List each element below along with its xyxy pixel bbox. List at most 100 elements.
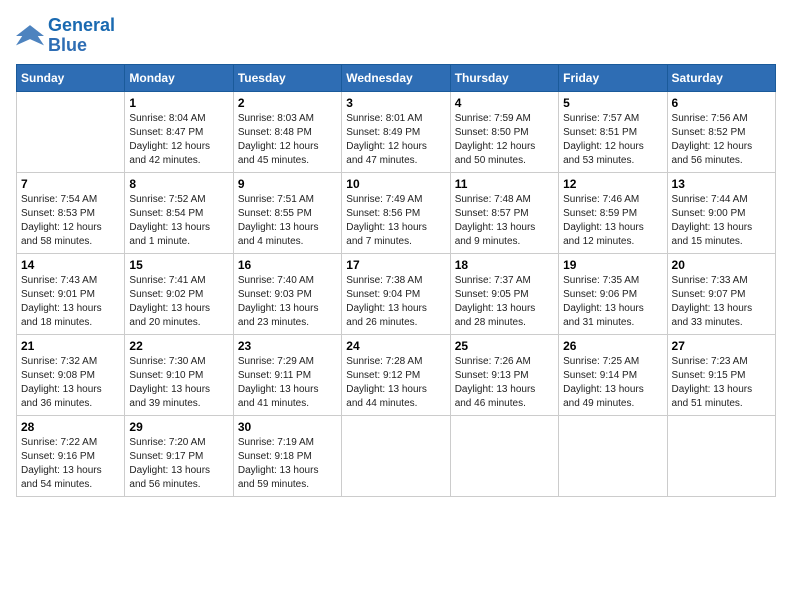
weekday-header: Sunday [17,64,125,91]
day-info: Sunrise: 7:43 AM Sunset: 9:01 PM Dayligh… [21,274,120,330]
day-number: 29 [129,420,228,434]
day-number: 6 [672,96,771,110]
day-number: 20 [672,258,771,272]
calendar-cell: 5 Sunrise: 7:57 AM Sunset: 8:51 PM Daylig… [559,91,667,172]
calendar-cell: 22Sunrise: 7:30 AM Sunset: 9:10 PM Dayli… [125,334,233,415]
calendar-cell [450,415,558,496]
calendar-cell [667,415,775,496]
day-number: 8 [129,177,228,191]
day-number: 2 [238,96,337,110]
calendar-cell: 13 Sunrise: 7:44 AM Sunset: 9:00 PM Dayli… [667,172,775,253]
day-number: 26 [563,339,662,353]
day-number: 30 [238,420,337,434]
day-number: 19 [563,258,662,272]
day-number: 25 [455,339,554,353]
day-info: Sunrise: 7:20 AM Sunset: 9:17 PM Dayligh… [129,436,228,492]
day-number: 27 [672,339,771,353]
calendar-cell: 26 Sunrise: 7:25 AM Sunset: 9:14 PM Dayli… [559,334,667,415]
day-number: 13 [672,177,771,191]
calendar-cell [17,91,125,172]
calendar-cell: 11 Sunrise: 7:48 AM Sunset: 8:57 PM Dayli… [450,172,558,253]
calendar-body: 1 Sunrise: 8:04 AM Sunset: 8:47 PM Daylig… [17,91,776,496]
day-number: 9 [238,177,337,191]
calendar-cell: 2 Sunrise: 8:03 AM Sunset: 8:48 PM Daylig… [233,91,341,172]
calendar-cell: 30 Sunrise: 7:19 AM Sunset: 9:18 PM Dayli… [233,415,341,496]
day-info: Sunrise: 7:37 AM Sunset: 9:05 PM Dayligh… [455,274,554,330]
logo: General Blue [16,16,115,56]
day-number: 5 [563,96,662,110]
logo-text: General Blue [48,16,115,56]
logo-bird-icon [16,22,44,50]
day-number: 10 [346,177,445,191]
calendar-cell: 7 Sunrise: 7:54 AM Sunset: 8:53 PM Daylig… [17,172,125,253]
day-info: Sunrise: 8:03 AM Sunset: 8:48 PM Dayligh… [238,112,337,168]
calendar-header: SundayMondayTuesdayWednesdayThursdayFrid… [17,64,776,91]
calendar-cell: 8Sunrise: 7:52 AM Sunset: 8:54 PM Daylig… [125,172,233,253]
day-number: 17 [346,258,445,272]
calendar-cell: 17 Sunrise: 7:38 AM Sunset: 9:04 PM Dayli… [342,253,450,334]
day-number: 15 [129,258,228,272]
calendar-cell: 15Sunrise: 7:41 AM Sunset: 9:02 PM Dayli… [125,253,233,334]
weekday-header: Monday [125,64,233,91]
day-info: Sunrise: 7:25 AM Sunset: 9:14 PM Dayligh… [563,355,662,411]
day-info: Sunrise: 7:54 AM Sunset: 8:53 PM Dayligh… [21,193,120,249]
day-number: 11 [455,177,554,191]
day-info: Sunrise: 7:22 AM Sunset: 9:16 PM Dayligh… [21,436,120,492]
day-number: 4 [455,96,554,110]
day-info: Sunrise: 7:44 AM Sunset: 9:00 PM Dayligh… [672,193,771,249]
day-info: Sunrise: 7:46 AM Sunset: 8:59 PM Dayligh… [563,193,662,249]
calendar-table: SundayMondayTuesdayWednesdayThursdayFrid… [16,64,776,497]
calendar-week: 1 Sunrise: 8:04 AM Sunset: 8:47 PM Daylig… [17,91,776,172]
calendar-week: 7 Sunrise: 7:54 AM Sunset: 8:53 PM Daylig… [17,172,776,253]
day-number: 16 [238,258,337,272]
calendar-cell: 16 Sunrise: 7:40 AM Sunset: 9:03 PM Dayli… [233,253,341,334]
day-info: Sunrise: 7:40 AM Sunset: 9:03 PM Dayligh… [238,274,337,330]
calendar-cell: 12 Sunrise: 7:46 AM Sunset: 8:59 PM Dayli… [559,172,667,253]
calendar-cell [342,415,450,496]
day-info: Sunrise: 7:33 AM Sunset: 9:07 PM Dayligh… [672,274,771,330]
calendar-cell: 19Sunrise: 7:35 AM Sunset: 9:06 PM Dayli… [559,253,667,334]
day-info: Sunrise: 7:23 AM Sunset: 9:15 PM Dayligh… [672,355,771,411]
day-info: Sunrise: 7:38 AM Sunset: 9:04 PM Dayligh… [346,274,445,330]
day-number: 12 [563,177,662,191]
day-number: 28 [21,420,120,434]
day-number: 1 [129,96,228,110]
day-number: 23 [238,339,337,353]
day-info: Sunrise: 7:28 AM Sunset: 9:12 PM Dayligh… [346,355,445,411]
calendar-cell: 21Sunrise: 7:32 AM Sunset: 9:08 PM Dayli… [17,334,125,415]
calendar-cell: 9 Sunrise: 7:51 AM Sunset: 8:55 PM Daylig… [233,172,341,253]
weekday-header: Wednesday [342,64,450,91]
day-info: Sunrise: 7:30 AM Sunset: 9:10 PM Dayligh… [129,355,228,411]
day-number: 14 [21,258,120,272]
day-number: 24 [346,339,445,353]
calendar-cell: 10 Sunrise: 7:49 AM Sunset: 8:56 PM Dayli… [342,172,450,253]
calendar-cell: 6 Sunrise: 7:56 AM Sunset: 8:52 PM Daylig… [667,91,775,172]
page-header: General Blue [16,16,776,56]
weekday-header: Thursday [450,64,558,91]
weekday-header: Saturday [667,64,775,91]
day-info: Sunrise: 7:48 AM Sunset: 8:57 PM Dayligh… [455,193,554,249]
day-info: Sunrise: 7:49 AM Sunset: 8:56 PM Dayligh… [346,193,445,249]
calendar-cell: 24 Sunrise: 7:28 AM Sunset: 9:12 PM Dayli… [342,334,450,415]
calendar-week: 21Sunrise: 7:32 AM Sunset: 9:08 PM Dayli… [17,334,776,415]
calendar-cell: 27 Sunrise: 7:23 AM Sunset: 9:15 PM Dayli… [667,334,775,415]
weekday-header: Friday [559,64,667,91]
day-info: Sunrise: 8:01 AM Sunset: 8:49 PM Dayligh… [346,112,445,168]
day-info: Sunrise: 7:59 AM Sunset: 8:50 PM Dayligh… [455,112,554,168]
day-number: 3 [346,96,445,110]
day-info: Sunrise: 8:04 AM Sunset: 8:47 PM Dayligh… [129,112,228,168]
day-info: Sunrise: 7:57 AM Sunset: 8:51 PM Dayligh… [563,112,662,168]
calendar-cell: 28 Sunrise: 7:22 AM Sunset: 9:16 PM Dayli… [17,415,125,496]
calendar-cell: 23 Sunrise: 7:29 AM Sunset: 9:11 PM Dayli… [233,334,341,415]
calendar-cell: 25Sunrise: 7:26 AM Sunset: 9:13 PM Dayli… [450,334,558,415]
day-info: Sunrise: 7:19 AM Sunset: 9:18 PM Dayligh… [238,436,337,492]
calendar-cell: 20 Sunrise: 7:33 AM Sunset: 9:07 PM Dayli… [667,253,775,334]
day-info: Sunrise: 7:29 AM Sunset: 9:11 PM Dayligh… [238,355,337,411]
day-info: Sunrise: 7:51 AM Sunset: 8:55 PM Dayligh… [238,193,337,249]
weekday-header: Tuesday [233,64,341,91]
calendar-cell: 3 Sunrise: 8:01 AM Sunset: 8:49 PM Daylig… [342,91,450,172]
day-info: Sunrise: 7:56 AM Sunset: 8:52 PM Dayligh… [672,112,771,168]
day-number: 18 [455,258,554,272]
calendar-week: 14 Sunrise: 7:43 AM Sunset: 9:01 PM Dayli… [17,253,776,334]
day-number: 7 [21,177,120,191]
